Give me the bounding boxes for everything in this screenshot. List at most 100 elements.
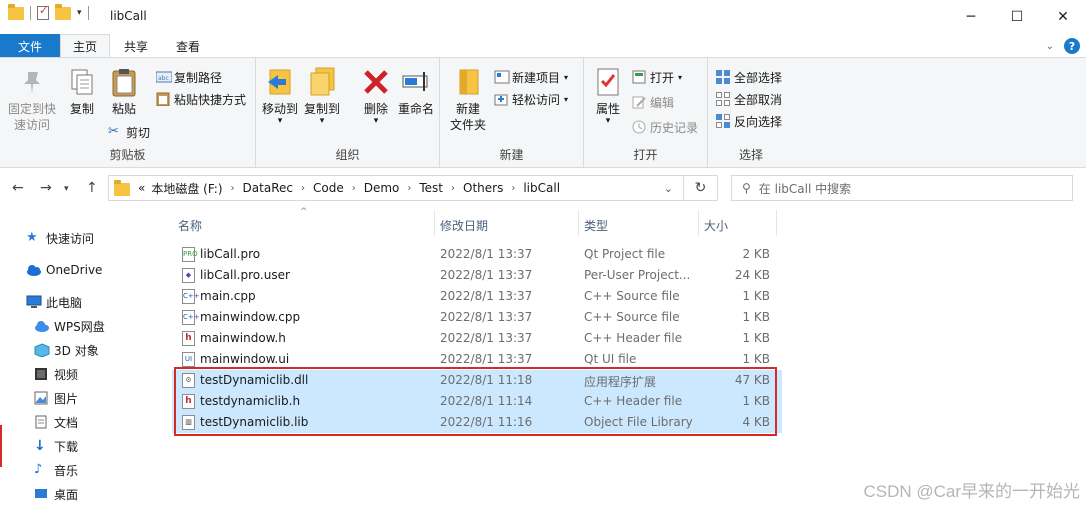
new-folder-icon[interactable]	[55, 3, 71, 20]
delete-button[interactable]: 删除 ▾	[360, 66, 392, 126]
file-row[interactable]: h testdynamiclib.h 2022/8/1 11:14 C++ He…	[172, 391, 782, 412]
file-row[interactable]: PRO libCall.pro 2022/8/1 13:37 Qt Projec…	[172, 244, 782, 265]
column-divider[interactable]	[434, 210, 435, 236]
close-button[interactable]: ✕	[1040, 0, 1086, 34]
file-row[interactable]: C++ mainwindow.cpp 2022/8/1 13:37 C++ So…	[172, 307, 782, 328]
minimize-button[interactable]: ─	[948, 0, 994, 34]
file-row[interactable]: ⚙ testDynamiclib.dll 2022/8/1 11:18 应用程序…	[172, 370, 782, 391]
nav-item-music[interactable]: ♪ 音乐	[34, 460, 78, 480]
new-folder-icon	[452, 66, 484, 98]
up-arrow-icon[interactable]: ↑	[86, 180, 98, 196]
desktop-icon	[34, 487, 48, 501]
column-size[interactable]: 大小	[704, 217, 728, 234]
file-row[interactable]: h mainwindow.h 2022/8/1 13:37 C++ Header…	[172, 328, 782, 349]
paste-icon	[108, 66, 140, 98]
column-divider[interactable]	[776, 210, 777, 236]
nav-item-quick-access[interactable]: ★ 快速访问	[26, 228, 94, 248]
easy-access-button[interactable]: 轻松访问 ▾	[494, 89, 568, 109]
history-button[interactable]: 历史记录	[632, 117, 698, 137]
qt-project-file-icon: PRO	[182, 247, 198, 262]
select-all-button[interactable]: 全部选择	[716, 67, 782, 87]
copy-to-button[interactable]: 复制到 ▾	[304, 66, 340, 126]
copy-to-icon	[306, 66, 338, 98]
file-row[interactable]: ◆ libCall.pro.user 2022/8/1 13:37 Per-Us…	[172, 265, 782, 286]
rename-button[interactable]: 重命名	[398, 66, 434, 117]
nav-item-pictures[interactable]: 图片	[34, 388, 78, 408]
nav-item-this-pc[interactable]: 此电脑	[26, 292, 82, 312]
tab-file[interactable]: 文件	[0, 34, 60, 58]
address-bar[interactable]: « 本地磁盘 (F:) › DataRec › Code › Demo › Test › …	[108, 175, 684, 201]
dll-file-icon: ⚙	[182, 373, 195, 388]
breadcrumb-item[interactable]: Code	[313, 181, 344, 195]
properties-button[interactable]: 属性 ▾	[592, 66, 624, 126]
breadcrumb-item[interactable]: Demo	[364, 181, 400, 195]
quick-access-toolbar: ▾	[8, 3, 89, 20]
header-file-icon: h	[182, 394, 195, 409]
search-input[interactable]: 在 libCall 中搜索	[759, 180, 851, 197]
file-row[interactable]: C++ main.cpp 2022/8/1 13:37 C++ Source f…	[172, 286, 782, 307]
select-none-button[interactable]: 全部取消	[716, 89, 782, 109]
help-icon[interactable]: ?	[1064, 38, 1080, 54]
chevron-down-icon[interactable]: ⌄	[1046, 41, 1054, 52]
download-icon: ↓	[34, 438, 46, 454]
group-label: 打开	[633, 148, 658, 162]
nav-item-videos[interactable]: 视频	[34, 364, 78, 384]
breadcrumb-item[interactable]: Others	[463, 181, 503, 195]
maximize-button[interactable]: ☐	[994, 0, 1040, 34]
folder-icon	[8, 3, 24, 20]
column-date[interactable]: 修改日期	[440, 217, 488, 234]
tab-view[interactable]: 查看	[162, 34, 214, 58]
search-box[interactable]: ⚲ 在 libCall 中搜索	[731, 175, 1073, 201]
cube-icon	[34, 343, 50, 358]
properties-icon[interactable]	[37, 4, 49, 20]
music-icon: ♪	[34, 462, 43, 477]
breadcrumb-item[interactable]: 本地磁盘 (F:)	[151, 180, 222, 197]
new-item-button[interactable]: 新建项目 ▾	[494, 67, 568, 87]
address-dropdown-icon[interactable]: ⌄	[664, 182, 673, 195]
invert-selection-icon	[716, 114, 730, 128]
tab-home[interactable]: 主页	[60, 34, 110, 58]
lib-file-icon: ▥	[182, 415, 195, 430]
nav-item-3d-objects[interactable]: 3D 对象	[34, 340, 99, 360]
forward-arrow-icon[interactable]: →	[40, 180, 52, 196]
paste-button[interactable]: 粘贴	[108, 66, 140, 117]
nav-item-documents[interactable]: 文档	[34, 412, 78, 432]
nav-item-wps-cloud[interactable]: WPS网盘	[34, 316, 105, 336]
file-row[interactable]: ▥ testDynamiclib.lib 2022/8/1 11:16 Obje…	[172, 412, 782, 433]
copy-button[interactable]: 复制	[66, 66, 98, 117]
user-file-icon: ◆	[182, 268, 195, 283]
refresh-button[interactable]: ↻	[684, 175, 718, 201]
column-type[interactable]: 类型	[584, 217, 608, 234]
recent-locations-icon[interactable]: ▾	[64, 184, 69, 194]
breadcrumb-item[interactable]: Test	[419, 181, 443, 195]
new-folder-button[interactable]: 新建 文件夹	[450, 66, 486, 133]
history-icon	[632, 120, 646, 134]
column-divider[interactable]	[698, 210, 699, 236]
open-button[interactable]: 打开 ▾	[632, 67, 682, 87]
breadcrumb-item[interactable]: libCall	[523, 181, 560, 195]
nav-item-onedrive[interactable]: OneDrive	[26, 260, 102, 280]
cut-button[interactable]: ✂ 剪切	[108, 122, 150, 142]
nav-item-desktop[interactable]: 桌面	[34, 484, 78, 504]
breadcrumb-item[interactable]: DataRec	[243, 181, 293, 195]
column-divider[interactable]	[578, 210, 579, 236]
edit-button[interactable]: 编辑	[632, 92, 674, 112]
group-label: 剪贴板	[109, 148, 146, 162]
ribbon-tabs: 文件 主页 共享 查看	[0, 34, 1086, 58]
copy-path-button[interactable]: abc 复制路径	[155, 67, 222, 87]
ui-file-icon: UI	[182, 352, 195, 367]
paste-shortcut-button[interactable]: 粘贴快捷方式	[156, 89, 246, 109]
pin-to-quick-access-button[interactable]: 固定到快 速访问	[8, 66, 56, 133]
file-row[interactable]: UI mainwindow.ui 2022/8/1 13:37 Qt UI fi…	[172, 349, 782, 370]
move-to-button[interactable]: 移动到 ▾	[262, 66, 298, 126]
invert-selection-button[interactable]: 反向选择	[716, 111, 782, 131]
breadcrumb-overflow[interactable]: «	[138, 181, 145, 195]
nav-item-downloads[interactable]: ↓ 下载	[34, 436, 78, 456]
column-name[interactable]: 名称	[178, 217, 202, 234]
pc-icon	[26, 295, 42, 309]
open-group: 属性 ▾ 打开 ▾ 编辑 历史记录 打开	[584, 58, 708, 168]
back-arrow-icon[interactable]: ←	[12, 180, 24, 196]
tab-share[interactable]: 共享	[110, 34, 162, 58]
customize-qat-icon[interactable]: ▾	[77, 8, 82, 18]
cpp-file-icon: C++	[182, 289, 200, 304]
